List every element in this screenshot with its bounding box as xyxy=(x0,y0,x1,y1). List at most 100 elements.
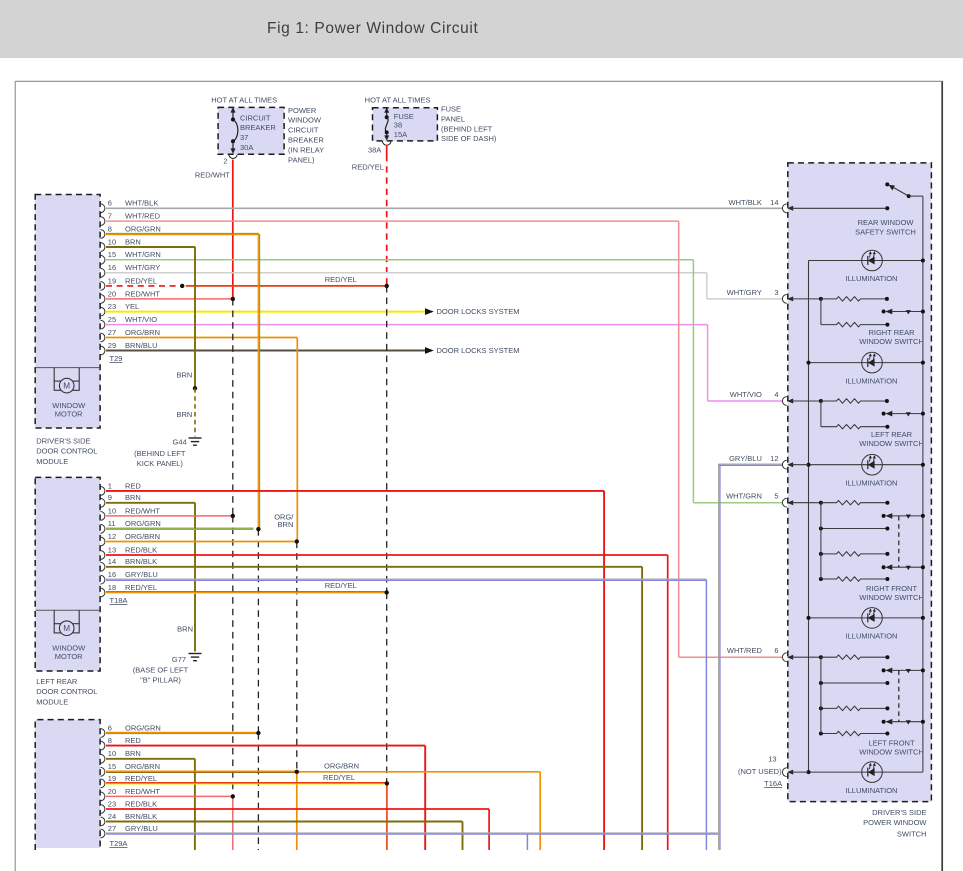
svg-text:27: 27 xyxy=(108,824,116,833)
svg-text:G44: G44 xyxy=(173,438,187,447)
svg-text:(NOT USED): (NOT USED) xyxy=(738,767,782,776)
svg-text:12: 12 xyxy=(108,532,116,541)
svg-text:BRN: BRN xyxy=(176,410,192,419)
svg-text:WINDOW SWITCH: WINDOW SWITCH xyxy=(859,337,924,346)
svg-text:DOOR LOCKS SYSTEM: DOOR LOCKS SYSTEM xyxy=(437,348,520,355)
svg-text:RIGHT REAR: RIGHT REAR xyxy=(868,328,915,337)
svg-text:RED: RED xyxy=(125,736,141,745)
svg-text:PANEL: PANEL xyxy=(441,114,465,123)
svg-text:WHT/VIO: WHT/VIO xyxy=(730,390,762,399)
svg-text:MOTOR: MOTOR xyxy=(55,652,83,661)
svg-text:15: 15 xyxy=(108,250,116,259)
svg-text:M: M xyxy=(63,624,70,633)
svg-text:BRN: BRN xyxy=(278,520,294,529)
svg-text:20: 20 xyxy=(108,289,116,298)
svg-text:20: 20 xyxy=(108,787,116,796)
svg-text:HOT AT ALL TIMES: HOT AT ALL TIMES xyxy=(211,96,277,105)
svg-text:(IN RELAY: (IN RELAY xyxy=(288,145,324,154)
svg-text:13: 13 xyxy=(108,545,116,554)
svg-text:RED/YEL: RED/YEL xyxy=(125,583,157,592)
svg-text:13: 13 xyxy=(768,754,776,763)
svg-text:BRN/BLK: BRN/BLK xyxy=(125,812,157,821)
svg-text:10: 10 xyxy=(108,237,116,246)
svg-text:M: M xyxy=(63,382,70,391)
svg-text:DOOR CONTROL: DOOR CONTROL xyxy=(36,687,97,696)
svg-text:PANEL): PANEL) xyxy=(288,155,315,164)
svg-text:RED/BLK: RED/BLK xyxy=(125,545,157,554)
svg-text:10: 10 xyxy=(108,506,116,515)
svg-text:MODULE: MODULE xyxy=(36,697,68,706)
svg-text:(BEHIND LEFT: (BEHIND LEFT xyxy=(134,449,186,458)
svg-text:8: 8 xyxy=(108,224,112,233)
svg-text:RED/BLK: RED/BLK xyxy=(125,799,157,808)
svg-text:GRY/BLU: GRY/BLU xyxy=(125,824,158,833)
svg-text:T18A: T18A xyxy=(110,596,128,605)
svg-text:T29: T29 xyxy=(110,354,123,363)
svg-text:CIRCUIT: CIRCUIT xyxy=(288,126,319,135)
svg-text:WHT/GRN: WHT/GRN xyxy=(125,250,161,259)
svg-text:POWER WINDOW: POWER WINDOW xyxy=(863,818,927,827)
svg-text:LEFT FRONT: LEFT FRONT xyxy=(868,738,915,747)
svg-text:ORG/GRN: ORG/GRN xyxy=(125,224,161,233)
svg-text:BRN: BRN xyxy=(177,624,193,633)
svg-text:23: 23 xyxy=(108,799,116,808)
svg-text:RED/YEL: RED/YEL xyxy=(352,163,384,172)
svg-text:DOOR CONTROL: DOOR CONTROL xyxy=(36,447,97,456)
svg-text:MODULE: MODULE xyxy=(36,457,68,466)
svg-text:ILLUMINATION: ILLUMINATION xyxy=(846,376,898,385)
svg-text:WHT/RED: WHT/RED xyxy=(125,212,161,221)
svg-text:11: 11 xyxy=(108,519,116,528)
svg-text:"B" PILLAR): "B" PILLAR) xyxy=(140,676,181,685)
svg-text:12: 12 xyxy=(770,454,778,463)
svg-text:MOTOR: MOTOR xyxy=(55,410,83,419)
svg-text:SWITCH: SWITCH xyxy=(897,829,927,838)
svg-text:BRN: BRN xyxy=(176,370,192,379)
svg-text:POWER: POWER xyxy=(288,106,317,115)
svg-text:WHT/RED: WHT/RED xyxy=(727,646,763,655)
svg-text:RED/WHT: RED/WHT xyxy=(125,289,160,298)
svg-text:KICK PANEL): KICK PANEL) xyxy=(137,459,184,468)
svg-text:19: 19 xyxy=(108,276,116,285)
svg-text:WHT/GRY: WHT/GRY xyxy=(125,263,160,272)
svg-text:WHT/BLK: WHT/BLK xyxy=(729,198,762,207)
svg-text:WHT/VIO: WHT/VIO xyxy=(125,315,157,324)
svg-text:6: 6 xyxy=(108,199,112,208)
svg-text:6: 6 xyxy=(774,646,778,655)
svg-text:ILLUMINATION: ILLUMINATION xyxy=(846,786,898,795)
svg-text:16: 16 xyxy=(108,570,116,579)
svg-text:ILLUMINATION: ILLUMINATION xyxy=(846,274,898,283)
svg-text:GRY/BLU: GRY/BLU xyxy=(729,454,762,463)
svg-text:FUSE: FUSE xyxy=(441,105,461,114)
svg-text:ORG/BRN: ORG/BRN xyxy=(125,762,160,771)
svg-text:DOOR LOCKS SYSTEM: DOOR LOCKS SYSTEM xyxy=(437,309,520,316)
svg-text:YEL: YEL xyxy=(125,302,139,311)
svg-text:BREAKER: BREAKER xyxy=(240,123,276,132)
svg-text:16: 16 xyxy=(108,263,116,272)
svg-text:10: 10 xyxy=(108,749,116,758)
svg-text:ORG/BRN: ORG/BRN xyxy=(324,761,359,770)
svg-text:30A: 30A xyxy=(240,143,253,152)
svg-text:WHT/BLK: WHT/BLK xyxy=(125,199,158,208)
svg-text:2: 2 xyxy=(223,156,227,165)
svg-text:1: 1 xyxy=(108,481,112,490)
svg-text:BREAKER: BREAKER xyxy=(288,136,324,145)
svg-text:8: 8 xyxy=(108,736,112,745)
svg-text:SAFETY SWITCH: SAFETY SWITCH xyxy=(855,227,916,236)
svg-text:3: 3 xyxy=(774,288,778,297)
svg-text:ORG/GRN: ORG/GRN xyxy=(125,723,161,732)
svg-text:19: 19 xyxy=(108,774,116,783)
svg-text:(BASE OF LEFT: (BASE OF LEFT xyxy=(133,665,189,674)
svg-text:38: 38 xyxy=(394,121,402,130)
svg-text:WINDOW SWITCH: WINDOW SWITCH xyxy=(859,439,924,448)
svg-text:SIDE OF DASH): SIDE OF DASH) xyxy=(441,134,497,143)
svg-text:5: 5 xyxy=(774,492,778,501)
svg-text:4: 4 xyxy=(774,390,778,399)
svg-text:9: 9 xyxy=(108,493,112,502)
svg-text:27: 27 xyxy=(108,328,116,337)
svg-text:14: 14 xyxy=(770,198,778,207)
svg-text:WINDOW SWITCH: WINDOW SWITCH xyxy=(859,593,924,602)
svg-text:DRIVER'S SIDE: DRIVER'S SIDE xyxy=(872,808,926,817)
svg-text:24: 24 xyxy=(108,812,116,821)
svg-text:T16A: T16A xyxy=(764,779,782,788)
svg-text:BRN: BRN xyxy=(125,493,141,502)
